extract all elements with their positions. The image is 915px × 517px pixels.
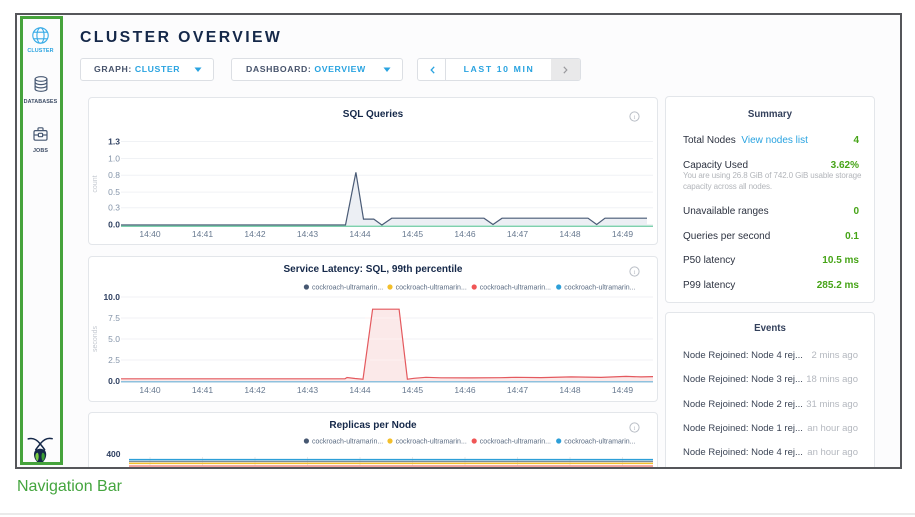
svg-text:cockroach-ultramarin...: cockroach-ultramarin... bbox=[480, 439, 551, 446]
svg-text:14:44: 14:44 bbox=[349, 385, 371, 395]
svg-text:10.0: 10.0 bbox=[103, 292, 120, 302]
svg-text:14:49: 14:49 bbox=[612, 229, 634, 239]
svg-text:14:42: 14:42 bbox=[244, 385, 266, 395]
svg-text:14:43: 14:43 bbox=[297, 229, 319, 239]
svg-text:cockroach-ultramarin...: cockroach-ultramarin... bbox=[396, 439, 467, 446]
svg-text:14:45: 14:45 bbox=[402, 229, 424, 239]
svg-text:14:48: 14:48 bbox=[559, 385, 581, 395]
svg-text:14:47: 14:47 bbox=[507, 385, 529, 395]
svg-text:cockroach-ultramarin...: cockroach-ultramarin... bbox=[312, 439, 383, 446]
svg-text:14:41: 14:41 bbox=[192, 385, 214, 395]
svg-text:seconds: seconds bbox=[92, 325, 99, 352]
svg-text:cockroach-ultramarin...: cockroach-ultramarin... bbox=[480, 285, 551, 292]
svg-text:0.5: 0.5 bbox=[108, 187, 120, 197]
svg-text:cockroach-ultramarin...: cockroach-ultramarin... bbox=[396, 285, 467, 292]
svg-text:5.0: 5.0 bbox=[108, 334, 120, 344]
svg-text:14:41: 14:41 bbox=[192, 229, 214, 239]
svg-text:14:46: 14:46 bbox=[454, 385, 476, 395]
svg-text:14:40: 14:40 bbox=[139, 229, 161, 239]
svg-text:0.0: 0.0 bbox=[108, 220, 120, 230]
svg-text:cockroach-ultramarin...: cockroach-ultramarin... bbox=[564, 439, 635, 446]
svg-text:count: count bbox=[92, 175, 99, 192]
svg-text:14:49: 14:49 bbox=[612, 385, 634, 395]
svg-text:14:48: 14:48 bbox=[559, 229, 581, 239]
svg-text:14:40: 14:40 bbox=[139, 385, 161, 395]
svg-text:14:45: 14:45 bbox=[402, 385, 424, 395]
svg-text:1.0: 1.0 bbox=[108, 154, 120, 164]
svg-text:14:42: 14:42 bbox=[244, 229, 266, 239]
svg-text:400: 400 bbox=[106, 449, 120, 459]
svg-text:14:47: 14:47 bbox=[507, 229, 529, 239]
svg-text:14:44: 14:44 bbox=[349, 229, 371, 239]
svg-text:1.3: 1.3 bbox=[108, 137, 120, 147]
svg-text:0.0: 0.0 bbox=[108, 376, 120, 386]
svg-text:14:46: 14:46 bbox=[454, 229, 476, 239]
svg-text:2.5: 2.5 bbox=[108, 355, 120, 365]
svg-text:cockroach-ultramarin...: cockroach-ultramarin... bbox=[312, 285, 383, 292]
svg-text:14:43: 14:43 bbox=[297, 385, 319, 395]
svg-text:cockroach-ultramarin...: cockroach-ultramarin... bbox=[564, 285, 635, 292]
svg-text:0.8: 0.8 bbox=[108, 170, 120, 180]
svg-text:0.3: 0.3 bbox=[108, 203, 120, 213]
svg-text:7.5: 7.5 bbox=[108, 313, 120, 323]
